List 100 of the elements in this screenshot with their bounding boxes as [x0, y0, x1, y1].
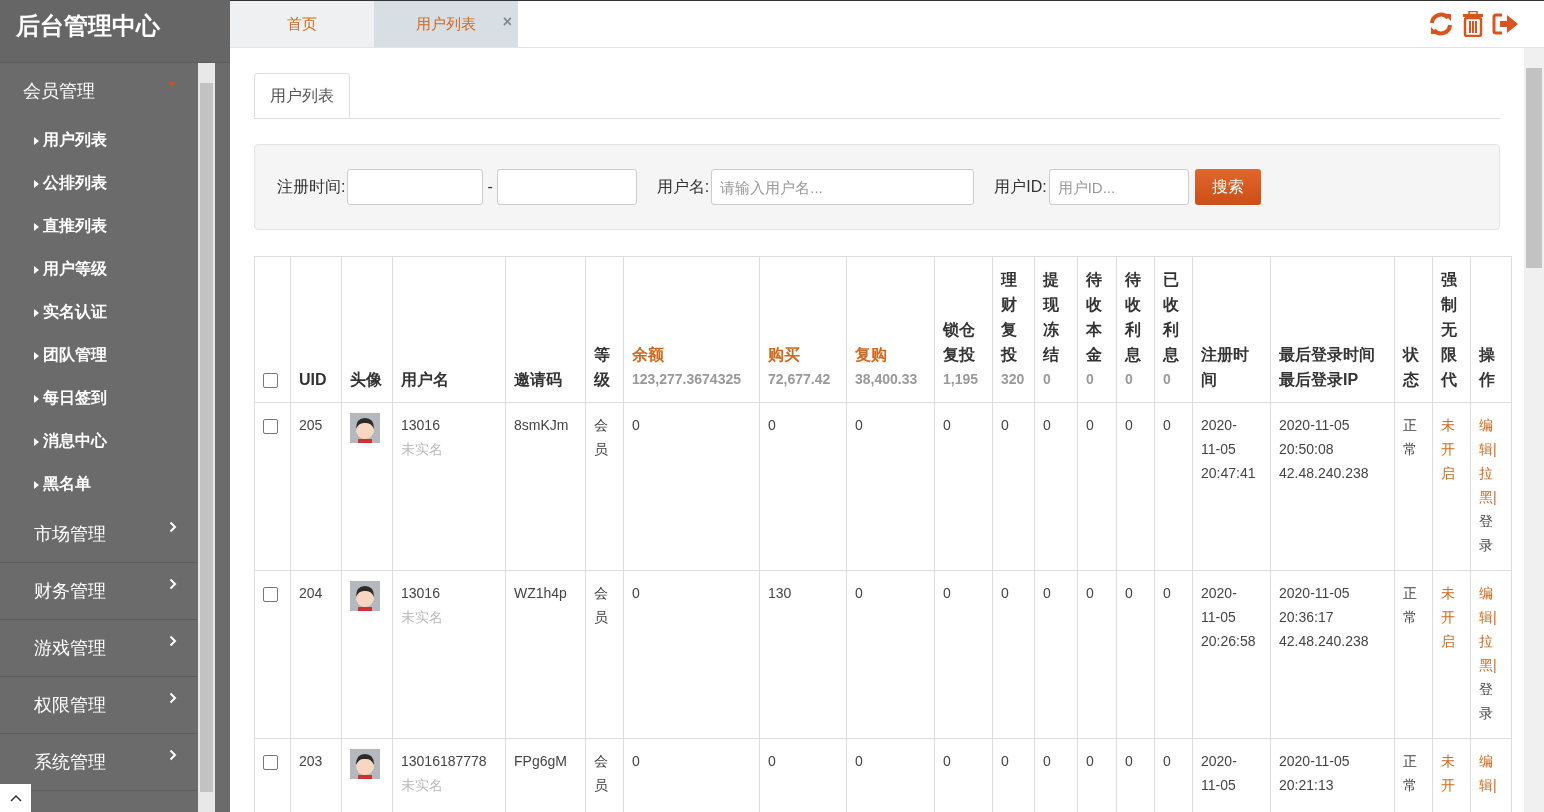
action-link[interactable]: 登录	[1479, 677, 1503, 725]
table-cell: 0	[1163, 417, 1171, 433]
realname-status: 未实名	[401, 608, 444, 627]
menu-group[interactable]: 会员管理	[0, 63, 197, 119]
date-line: 20:21:13	[1279, 776, 1335, 795]
menu-group[interactable]: 游戏管理	[0, 620, 197, 677]
status-text: 正常	[1403, 752, 1418, 795]
header-title: 复购	[855, 345, 888, 365]
column-total: 72,677.42	[768, 370, 832, 389]
table-cell: 0	[943, 753, 951, 769]
action-link[interactable]: 登录	[1479, 509, 1503, 557]
trash-icon[interactable]	[1462, 11, 1484, 37]
header-title: 理财复投	[1001, 270, 1018, 365]
date-field[interactable]	[347, 169, 484, 205]
table-cell: 0	[1086, 585, 1094, 601]
scrollbar[interactable]	[198, 63, 215, 812]
chevron-right-icon	[169, 635, 177, 647]
table-cell: 0	[768, 753, 776, 769]
column-total: 320	[1001, 370, 1026, 389]
menu-group[interactable]: 财务管理	[0, 563, 197, 620]
logout-icon[interactable]	[1492, 12, 1520, 36]
table-cell: 0	[1043, 417, 1051, 433]
back-to-top-button[interactable]	[0, 784, 31, 812]
ip-address: 42.48.240.238	[1279, 632, 1370, 651]
field-label: 用户名:	[656, 176, 710, 197]
header-title: 邀请码	[514, 370, 563, 390]
date-line: 20:36:17	[1279, 608, 1335, 627]
action-link[interactable]: 编辑|	[1479, 581, 1503, 629]
checkbox[interactable]	[263, 754, 278, 770]
menu-item[interactable]: 消息中心	[0, 420, 197, 463]
checkbox[interactable]	[263, 586, 278, 602]
menu-item[interactable]: 用户等级	[0, 248, 197, 291]
date-field[interactable]	[496, 169, 637, 205]
table-cell: 0	[1043, 753, 1051, 769]
menu-item[interactable]: 每日签到	[0, 377, 197, 420]
chevron-up-icon	[9, 794, 22, 802]
realname-status: 未实名	[401, 440, 444, 459]
column-total: 0	[1086, 370, 1095, 389]
menu-item[interactable]: 团队管理	[0, 334, 197, 377]
column-total: 123,277.3674325	[632, 370, 742, 389]
date-line: 11-05	[1201, 440, 1237, 459]
realname-status: 未实名	[401, 776, 444, 795]
table-cell: 0	[1163, 585, 1171, 601]
table-cell: 0	[1163, 753, 1171, 769]
table-cell: 0	[855, 585, 863, 601]
status-text: 正常	[1403, 584, 1418, 627]
menu-item[interactable]: 黑名单	[0, 463, 197, 506]
table-cell: 205	[299, 417, 323, 433]
menu-item[interactable]: 公排列表	[0, 162, 197, 205]
range-separator: -	[487, 178, 493, 196]
date-line: 20:26:58	[1201, 632, 1257, 651]
input-field[interactable]: 用户ID...	[1048, 169, 1189, 205]
menu-item[interactable]: 实名认证	[0, 291, 197, 334]
column-total: 38,400.33	[855, 370, 919, 389]
date-line: 2020-	[1201, 752, 1238, 771]
date-line: 2020-11-05	[1279, 752, 1351, 771]
scrollbar[interactable]	[1524, 48, 1544, 812]
input-field[interactable]: 请输入用户名...	[711, 169, 975, 205]
header-title: 锁仓复投	[943, 320, 976, 365]
date-line: 2020-	[1201, 416, 1238, 435]
chevron-right-icon	[169, 521, 177, 533]
username: 13016187778	[401, 752, 488, 771]
table-cell: 0	[943, 585, 951, 601]
chevron-right-icon	[169, 692, 177, 704]
action-link[interactable]: 拉黑|	[1479, 461, 1503, 509]
table-cell: 0	[1001, 753, 1009, 769]
field-label: 用户ID:	[994, 176, 1047, 197]
menu-item[interactable]: 用户列表	[0, 119, 197, 162]
date-line: 11-05	[1201, 776, 1237, 795]
menu-group[interactable]: 市场管理	[0, 506, 197, 563]
status-text: 正常	[1403, 416, 1418, 459]
header-title: UID	[299, 370, 328, 390]
ip-address: 42.48.240.238	[1279, 464, 1370, 483]
table-cell: 0	[1125, 753, 1133, 769]
date-line: 20:47:41	[1201, 464, 1257, 483]
app-title: 后台管理中心	[0, 0, 230, 63]
search-button[interactable]: 搜索	[1194, 169, 1261, 205]
header-title: 提现冻结	[1043, 270, 1060, 365]
refresh-icon[interactable]	[1428, 11, 1454, 37]
tab[interactable]: 首页	[230, 1, 374, 47]
header-title: 等级	[594, 345, 611, 390]
username: 13016	[401, 584, 441, 603]
action-link[interactable]: 编辑|	[1479, 413, 1503, 461]
date-line: 2020-11-05	[1279, 584, 1351, 603]
username: 13016	[401, 416, 441, 435]
panel-tab[interactable]: 用户列表	[254, 73, 350, 118]
table-cell: 130	[768, 585, 792, 601]
table-cell: 0	[855, 417, 863, 433]
chevron-right-icon	[169, 578, 177, 590]
avatar-icon	[350, 413, 380, 443]
menu-group[interactable]: 权限管理	[0, 677, 197, 734]
checkbox[interactable]	[263, 373, 278, 389]
table-cell: 0	[943, 417, 951, 433]
tab[interactable]: 用户列表 ×	[374, 1, 518, 47]
checkbox[interactable]	[263, 418, 278, 434]
action-link[interactable]: 拉黑|	[1479, 629, 1503, 677]
column-total: 1,195	[943, 370, 980, 389]
table-cell: 0	[1001, 417, 1009, 433]
date-line: 2020-11-05	[1279, 416, 1351, 435]
menu-item[interactable]: 直推列表	[0, 205, 197, 248]
